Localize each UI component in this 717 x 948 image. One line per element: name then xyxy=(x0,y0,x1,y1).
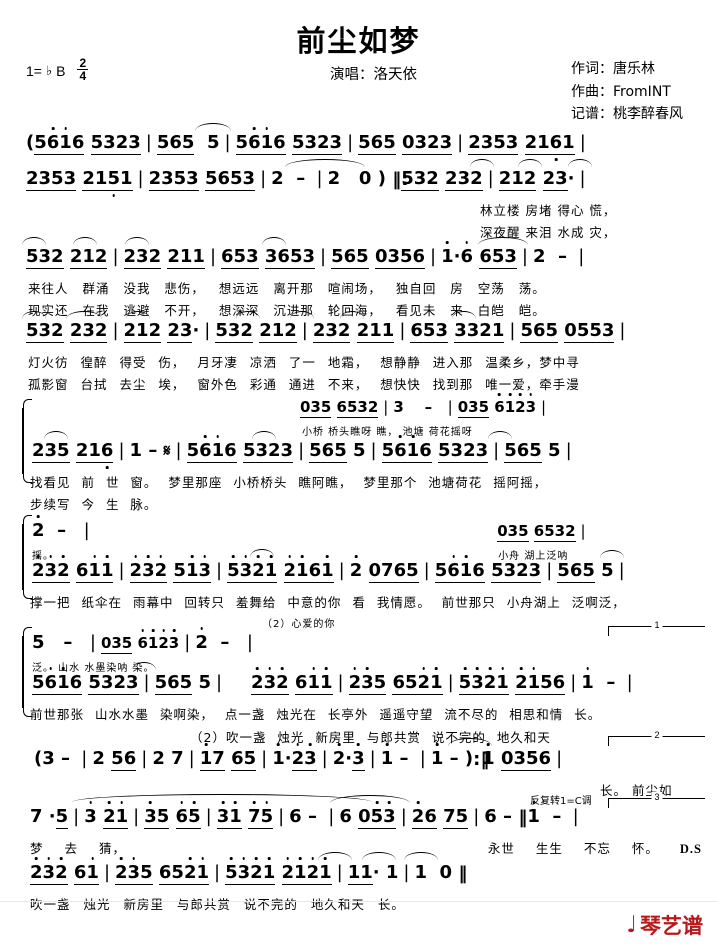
footer-divider xyxy=(0,901,717,902)
site-logo[interactable]: ♩ 琴艺谱 xyxy=(626,910,703,940)
final-barline: ‖ xyxy=(458,862,468,884)
meter-denominator: 4 xyxy=(79,69,87,84)
slur xyxy=(568,159,592,167)
segno-icon: 𝄋 xyxy=(163,441,171,460)
performer-credit: 演唱：洛天依 xyxy=(330,67,417,83)
lyrics-row-1: 来往人 群涌 没我 悲伤， 想远远 离开那 喧闹场， 独自回 房 空荡 荡。 xyxy=(28,281,546,296)
page-title: 前尘如梦 xyxy=(296,24,421,58)
notation-row: 532 212 | 232 211 | 653 3653 | 565 0356 | 1·6 65… xyxy=(0,237,717,269)
logo-note-icon: ♩ xyxy=(626,911,637,938)
score-line-intro-b: 2353 2151 | 2353 5653 | 2 – | 2 0 ) ‖:532 232… xyxy=(0,159,717,241)
lyrics-row: 吹一盏 烛光 新房里 与郎共赏 说不完的 地久和天 长。 xyxy=(30,897,405,912)
notation-row: 232 61 | 235 6521 | 5321 2121 | 11· 1 | 1 0 ‖ xyxy=(0,852,717,885)
lyrics-row-2: 孤影窗 台拭 去尘 埃， 窗外色 彩通 通进 不来， 想快快 找到那 唯一爱，牵… xyxy=(28,377,580,392)
score-line-harmony-3: 5 – | 035 6123 | 2 – | 泛。 山水 水墨染呐 染。 1 xyxy=(0,620,717,717)
score-line-chorus-3: 5616 5323 | 565 5 | 232 611 | 235 6521 | 5321 21… xyxy=(0,662,717,746)
credits-block: 作词：唐乐林 作曲：FromINT 记谱：桃李醉春风 xyxy=(571,58,683,126)
key-signature: 1= ♭ B 2 4 xyxy=(26,56,89,84)
harmony-notation-row: 2 – | 035 6532 | xyxy=(32,520,586,542)
key-label: 1= xyxy=(26,62,42,79)
score-line-chorus-2: 232 611 | 232 513 | 5321 2161 | 2 0765 | 5616 53… xyxy=(0,549,717,630)
score-line-harmony-1: 035 6532 | 3 – | 035 6123 | 小桥 桥头瞧呀 瞧， 池塘 荷花… xyxy=(0,398,717,438)
notation-row: (3 – | 2 56 | 2 7 | 17 65 | 1·23 | 2·3 | 1 – | 1 – )… xyxy=(0,738,717,771)
notation-row: (5616 5323 | 565 5 | 5616 5323 | 565 0323 | 2353… xyxy=(0,123,717,155)
volta-bracket-2: 2 xyxy=(608,730,705,746)
lyrics-row-2: 步续写 今 生 脉。 xyxy=(30,497,158,512)
lyrics-row-2: 深夜醒 来泪 水成 灾， xyxy=(480,225,617,240)
time-signature: 2 4 xyxy=(77,56,89,84)
meter-numerator: 2 xyxy=(77,56,89,71)
repeat-open-sign: ‖: xyxy=(392,168,409,190)
sheet-music-page: 前尘如梦 1= ♭ B 2 4 演唱：洛天依 作词：唐乐林 作曲：FromINT… xyxy=(0,0,717,948)
key-accidental: ♭ xyxy=(45,62,53,78)
lyrics-row-1: 前世那张 山水水墨 染啊染， 点一盏 烛光在 长亭外 遥遥守望 流不尽的 相思和… xyxy=(30,707,602,722)
volta-bracket-1: 1 xyxy=(608,620,705,636)
score-line-bridge: 反复转1=C调 3 7 ·5 | 3 21 | 35 65 | 31 75 | 6 – | 6 0… xyxy=(0,792,717,857)
score-line-interlude: 2 (3 – | 2 56 | 2 7 | 17 65 | 1·23 | 2·3 | 1 – | 1 –… xyxy=(0,730,717,799)
modulation-annotation: 反复转1=C调 xyxy=(530,796,592,807)
notation-row: 2353 2151 | 2353 5653 | 2 – | 2 0 ) ‖:532 232… xyxy=(0,159,717,191)
slur xyxy=(285,159,365,167)
double-barline: ‖ xyxy=(518,806,528,828)
score-line-verse-1: 532 212 | 232 211 | 653 3653 | 565 0356 | 1·6 65… xyxy=(0,237,717,319)
score-line-final: 232 61 | 235 6521 | 5321 2121 | 11· 1 | 1 0 ‖ 吹一… xyxy=(0,852,717,913)
ds-marking: D.S xyxy=(679,842,702,856)
score-line-chorus-1: 235 216 | 1 – 𝄋 | 5616 5323 | 565 5 | 5616 5323 |… xyxy=(0,399,717,513)
slur xyxy=(195,123,231,131)
logo-text: 琴艺谱 xyxy=(640,914,703,938)
lyrics-row: 梦 去 猜， 永世 生生 不忘 怀。 D.S 长。 xyxy=(30,841,702,856)
slur xyxy=(470,159,494,167)
composer-credit: 作曲：FromINT xyxy=(571,83,671,100)
notation-row: 7 ·5 | 3 21 | 35 65 | 31 75 | 6 – | 6 053 | 26 75 | 6… xyxy=(0,794,717,829)
lyricist-credit: 作词：唐乐林 xyxy=(571,61,655,77)
lyrics-row-1: 林立楼 房堵 得心 慌， xyxy=(480,203,617,218)
repeat-close-sign: :‖ xyxy=(473,748,490,770)
slur xyxy=(518,159,542,167)
notation-row: 5616 5323 | 565 5 | 232 611 | 235 6521 | 5321 21… xyxy=(0,662,717,695)
harmony-notation-row: 035 6532 | 3 – | 035 6123 | xyxy=(300,398,547,418)
score-line-intro-a: (5616 5323 | 565 5 | 5616 5323 | 565 0323 | 2353… xyxy=(0,123,717,155)
harmony-lyrics: 小桥 桥头瞧呀 瞧， 池塘 荷花摇呀 xyxy=(302,427,473,438)
lyrics-row-1: 找看见 前 世 窗。 梦里那座 小桥桥头 瞧阿瞧， 梦里那个 池塘荷花 摇阿摇， xyxy=(30,475,548,490)
transcriber-credit: 记谱：桃李醉春风 xyxy=(571,106,683,123)
score-line-verse-2: 532 232 | 212 23· | 532 212 | 232 211 | 653 3321… xyxy=(0,311,717,393)
notation-row: 232 611 | 232 513 | 5321 2161 | 2 0765 | 5616 53… xyxy=(0,549,717,583)
notation-row: 235 216 | 1 – 𝄋 | 5616 5323 | 565 5 | 5616 5323 |… xyxy=(0,431,717,463)
key-name: B xyxy=(56,62,66,79)
lyrics-row-1: 撑一把 纸伞在 雨幕中 回转只 羞舞给 中意的你 看 我情愿。 前世那只 小舟湖… xyxy=(30,595,626,610)
notation-row: 532 232 | 212 23· | 532 212 | 232 211 | 653 3321… xyxy=(0,311,717,343)
lyrics-row-1: 灯火彷 徨醉 得受 伤， 月牙凄 凉洒 了一 地霜， 想静静 进入那 温柔乡，梦… xyxy=(28,355,580,370)
